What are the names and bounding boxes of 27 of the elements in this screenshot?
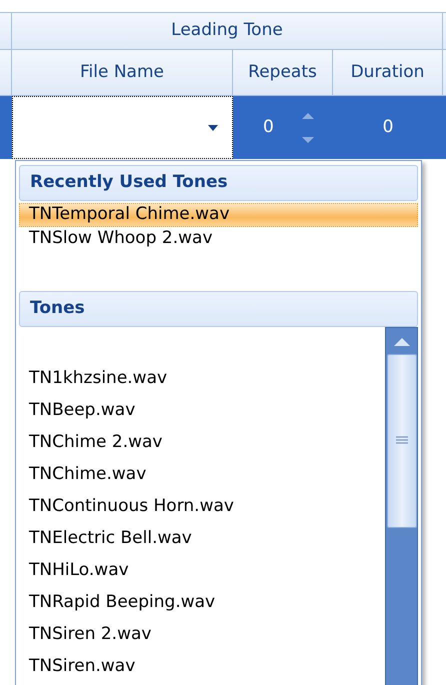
section-header: Recently Used Tones: [19, 165, 418, 201]
tone-item[interactable]: TNContinuous Horn.wav: [19, 495, 385, 519]
tone-item[interactable]: TNTemporal Chime.wav: [19, 203, 418, 227]
repeats-value: 0: [263, 116, 274, 139]
section-header: Tones: [19, 291, 418, 327]
dropdown-arrow-icon: [208, 124, 218, 130]
grip-icon: [396, 436, 408, 446]
duration-value: 0: [382, 116, 394, 139]
tone-item[interactable]: TN1khzsine.wav: [19, 367, 385, 391]
spin-arrows-icon[interactable]: [300, 110, 316, 144]
column-header[interactable]: File Name: [12, 50, 233, 95]
file-name-combo[interactable]: [12, 96, 233, 159]
tone-item[interactable]: TNBeep.wav: [19, 399, 385, 423]
scroll-thumb[interactable]: [386, 354, 416, 528]
tone-item[interactable]: TNChime.wav: [19, 463, 385, 487]
scrollbar[interactable]: [385, 327, 418, 685]
tone-item[interactable]: TNRapid Beeping.wav: [19, 591, 385, 615]
tone-item[interactable]: TNHiLo.wav: [19, 559, 385, 583]
tone-item[interactable]: TNElectric Bell.wav: [19, 527, 385, 551]
column-header[interactable]: Repeats: [233, 50, 333, 95]
column-header[interactable]: Duration: [333, 50, 443, 95]
tone-item[interactable]: TNSlow Whoop 2.wav: [19, 227, 418, 251]
group-header: Leading Tone: [12, 13, 443, 49]
tone-item[interactable]: TNSiren.wav: [19, 655, 385, 679]
tone-item[interactable]: TNChime 2.wav: [19, 431, 385, 455]
grid-row[interactable]: 0 0: [0, 96, 446, 159]
tone-item[interactable]: TNSiren 2.wav: [19, 623, 385, 647]
